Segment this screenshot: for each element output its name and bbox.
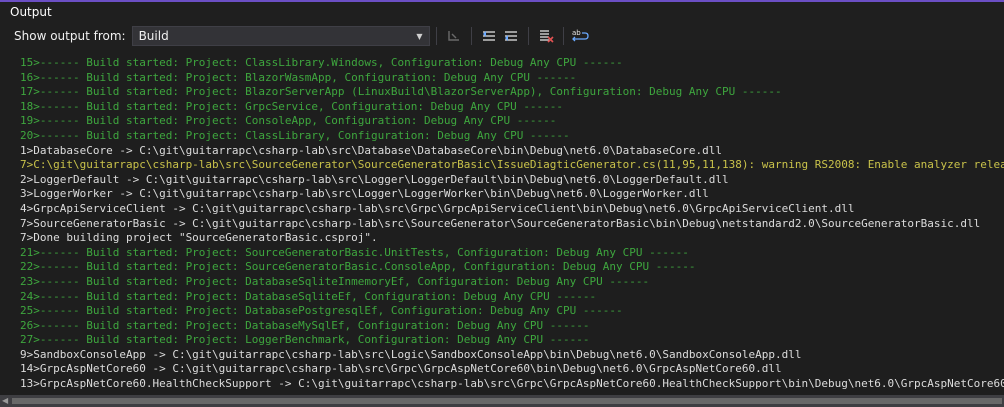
output-line: 2>LoggerDefault -> C:\git\guitarrapc\csh…: [20, 172, 729, 186]
go-to-previous-message-icon[interactable]: [478, 25, 500, 47]
output-line: 15>------ Build started: Project: ClassL…: [20, 56, 623, 69]
toolbar-separator: [562, 27, 564, 45]
output-line: 23>------ Build started: Project: Databa…: [20, 274, 650, 288]
horizontal-scrollbar[interactable]: ◀: [0, 395, 1004, 407]
output-line: 25>------ Build started: Project: Databa…: [20, 304, 623, 318]
output-line: 7>C:\git\guitarrapc\csharp-lab\src\Sourc…: [20, 158, 1004, 172]
clear-all-icon[interactable]: [535, 25, 557, 47]
toolbar-separator: [527, 27, 529, 45]
output-line: 7>SourceGeneratorBasic -> C:\git\guitarr…: [20, 216, 981, 230]
go-to-next-message-icon[interactable]: [500, 25, 522, 47]
output-toolbar: Show output from: Build ▼ ab: [0, 22, 1004, 50]
show-output-label: Show output from:: [14, 29, 126, 43]
output-line: 26>------ Build started: Project: Databa…: [20, 318, 590, 332]
find-message-in-code-icon[interactable]: [443, 25, 465, 47]
output-line: 27>------ Build started: Project: Logger…: [20, 333, 590, 347]
output-line: 1>DatabaseCore -> C:\git\guitarrapc\csha…: [20, 143, 722, 157]
output-line: 19>------ Build started: Project: Consol…: [20, 114, 557, 128]
output-line: 21>------ Build started: Project: Source…: [20, 245, 689, 259]
panel-title: Output: [0, 2, 1004, 22]
output-text-area[interactable]: 15>------ Build started: Project: ClassL…: [0, 54, 1004, 397]
output-line: 9>SandboxConsoleApp -> C:\git\guitarrapc…: [20, 347, 802, 361]
scrollbar-thumb[interactable]: [12, 398, 1002, 404]
output-line: 7>Done building project "SourceGenerator…: [20, 231, 378, 245]
scroll-left-icon[interactable]: ◀: [2, 396, 8, 405]
svg-text:ab: ab: [572, 29, 581, 37]
output-line: 17>------ Build started: Project: Blazor…: [20, 85, 782, 99]
output-line: 22>------ Build started: Project: Source…: [20, 260, 696, 274]
output-source-dropdown[interactable]: Build ▼: [131, 26, 430, 46]
toggle-word-wrap-icon[interactable]: ab: [570, 25, 592, 47]
output-line: 14>GrpcAspNetCore60 -> C:\git\guitarrapc…: [20, 362, 782, 376]
output-line: 4>GrpcApiServiceClient -> C:\git\guitarr…: [20, 201, 855, 215]
output-lines: 15>------ Build started: Project: ClassL…: [0, 54, 1004, 392]
output-line: 3>LoggerWorker -> C:\git\guitarrapc\csha…: [20, 187, 709, 201]
output-line: 13>GrpcAspNetCore60.HealthCheckSupport -…: [20, 377, 1004, 391]
output-source-value: Build: [138, 29, 169, 43]
output-window: Output Show output from: Build ▼ ab 15>-…: [0, 0, 1004, 407]
chevron-down-icon: ▼: [416, 31, 423, 41]
toolbar-separator: [435, 27, 437, 45]
output-line: 18>------ Build started: Project: GrpcSe…: [20, 99, 564, 113]
toolbar-separator: [470, 27, 472, 45]
output-line: 16>------ Build started: Project: Blazor…: [20, 70, 577, 84]
output-line: 24>------ Build started: Project: Databa…: [20, 289, 597, 303]
output-line: 20>------ Build started: Project: ClassL…: [20, 128, 570, 142]
